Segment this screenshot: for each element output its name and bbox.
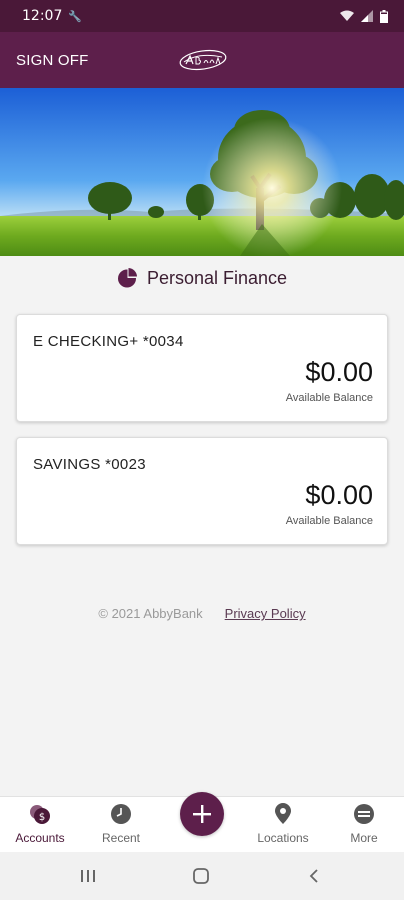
hero-image — [0, 88, 404, 256]
plus-icon — [193, 805, 211, 823]
status-bar: 12:07 🔧 — [0, 0, 404, 32]
privacy-policy-link[interactable]: Privacy Policy — [225, 606, 306, 621]
app-header: SIGN OFF — [0, 32, 404, 88]
tab-label: More — [350, 831, 378, 845]
account-balance: $0.00 — [305, 480, 373, 510]
recent-apps-button[interactable] — [76, 864, 100, 888]
section-header: Personal Finance — [0, 264, 404, 292]
tab-label: Locations — [257, 831, 309, 845]
signal-icon — [361, 10, 373, 22]
back-icon — [309, 869, 318, 883]
svg-text:$: $ — [39, 812, 45, 823]
more-icon — [354, 804, 374, 824]
home-button[interactable] — [189, 864, 213, 888]
tab-more[interactable]: More — [324, 797, 404, 853]
add-button[interactable] — [180, 792, 224, 836]
balance-label: Available Balance — [285, 392, 373, 404]
home-icon — [193, 868, 209, 884]
balance-label: Available Balance — [285, 515, 373, 527]
account-card-savings[interactable]: SAVINGS *0023 $0.00 Available Balance — [16, 437, 388, 545]
status-time: 12:07 — [22, 8, 63, 24]
back-button[interactable] — [302, 864, 326, 888]
clock-icon — [111, 804, 131, 824]
battery-icon — [380, 9, 388, 23]
sign-off-button[interactable]: SIGN OFF — [16, 52, 88, 69]
account-balance: $0.00 — [305, 357, 373, 387]
tab-label: Accounts — [15, 831, 65, 845]
account-card-checking[interactable]: E CHECKING+ *0034 $0.00 Available Balanc… — [16, 314, 388, 422]
status-icons — [339, 9, 388, 23]
section-title: Personal Finance — [146, 267, 288, 288]
accounts-icon: $ — [30, 805, 50, 824]
location-pin-icon — [275, 803, 291, 824]
tab-label: Recent — [101, 831, 141, 845]
footer: © 2021 AbbyBank Privacy Policy — [0, 606, 404, 621]
wifi-icon — [340, 10, 354, 21]
tab-recent[interactable]: Recent — [81, 797, 161, 853]
wrench-icon: 🔧 — [68, 10, 83, 23]
account-name: E CHECKING+ *0034 — [33, 333, 184, 350]
copyright-text: © 2021 AbbyBank — [98, 606, 203, 621]
pie-chart-icon — [117, 268, 137, 288]
tab-locations[interactable]: Locations — [243, 797, 323, 853]
account-name: SAVINGS *0023 — [33, 456, 146, 473]
system-nav-bar — [0, 852, 404, 900]
tab-accounts[interactable]: $ Accounts — [0, 797, 80, 853]
recent-apps-icon — [81, 870, 95, 882]
abbybank-logo — [179, 49, 227, 71]
